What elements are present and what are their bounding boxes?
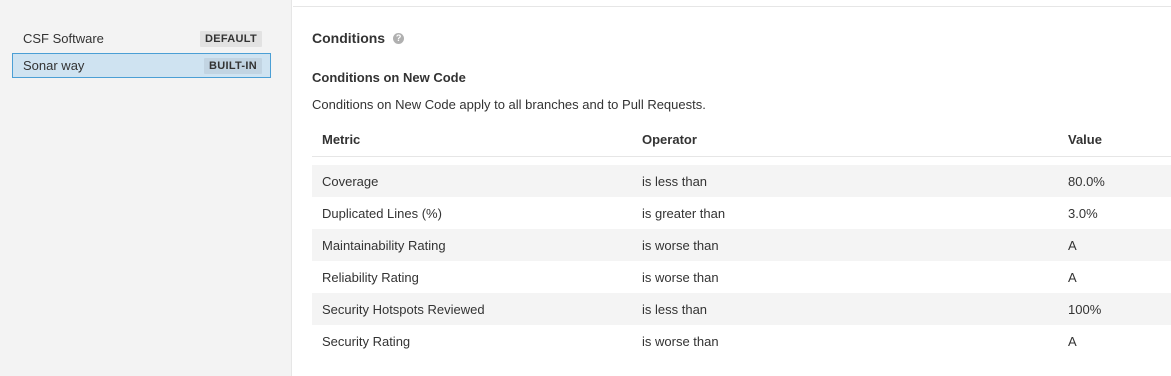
table-row: Maintainability Rating is worse than A	[312, 229, 1171, 261]
help-icon[interactable]: ?	[393, 32, 405, 44]
gate-name: CSF Software	[23, 31, 104, 46]
value-column-header: Value	[1058, 122, 1171, 157]
table-header-row: Metric Operator Value	[312, 122, 1171, 157]
gate-item-sonar-way[interactable]: Sonar way BUILT-IN	[12, 53, 271, 78]
metric-cell: Security Hotspots Reviewed	[312, 293, 632, 325]
table-row: Security Rating is worse than A	[312, 325, 1171, 357]
value-cell: A	[1068, 269, 1077, 285]
conditions-heading: Conditions ?	[312, 30, 405, 46]
gate-item-csf-software[interactable]: CSF Software DEFAULT	[12, 26, 271, 51]
table-spacer	[312, 157, 1171, 166]
operator-cell: is less than	[632, 293, 1058, 325]
operator-column-header: Operator	[632, 122, 1058, 157]
conditions-table: Metric Operator Value Coverage is less t…	[312, 122, 1171, 357]
section-title: Conditions	[312, 30, 386, 46]
built-in-badge: BUILT-IN	[203, 57, 262, 74]
default-badge: DEFAULT	[199, 30, 262, 47]
table-row: Duplicated Lines (%) is greater than 3.0…	[312, 197, 1171, 229]
table-row: Security Hotspots Reviewed is less than …	[312, 293, 1171, 325]
new-code-description: Conditions on New Code apply to all bran…	[312, 97, 706, 112]
operator-cell: is greater than	[642, 205, 726, 221]
table-row: Reliability Rating is worse than A	[312, 261, 1171, 293]
value-cell: 3.0%	[1068, 205, 1098, 221]
operator-cell: is worse than	[642, 269, 719, 285]
metric-cell: Duplicated Lines (%)	[322, 205, 442, 221]
operator-cell: is worse than	[632, 229, 1058, 261]
metric-cell: Maintainability Rating	[312, 229, 632, 261]
new-code-subtitle: Conditions on New Code	[312, 70, 466, 85]
value-cell: A	[1068, 333, 1077, 349]
operator-cell: is less than	[632, 165, 1058, 197]
value-cell: A	[1058, 229, 1171, 261]
conditions-panel: Conditions ? Conditions on New Code Cond…	[312, 0, 1171, 376]
value-cell: 100%	[1058, 293, 1171, 325]
value-cell: 80.0%	[1058, 165, 1171, 197]
table-row: Coverage is less than 80.0%	[312, 165, 1171, 197]
metric-cell: Security Rating	[322, 333, 411, 349]
metric-column-header: Metric	[312, 122, 632, 157]
quality-gates-sidebar: CSF Software DEFAULT Sonar way BUILT-IN	[0, 0, 292, 376]
metric-cell: Reliability Rating	[322, 269, 419, 285]
metric-cell: Coverage	[312, 165, 632, 197]
gate-name: Sonar way	[23, 58, 85, 73]
operator-cell: is worse than	[642, 333, 719, 349]
